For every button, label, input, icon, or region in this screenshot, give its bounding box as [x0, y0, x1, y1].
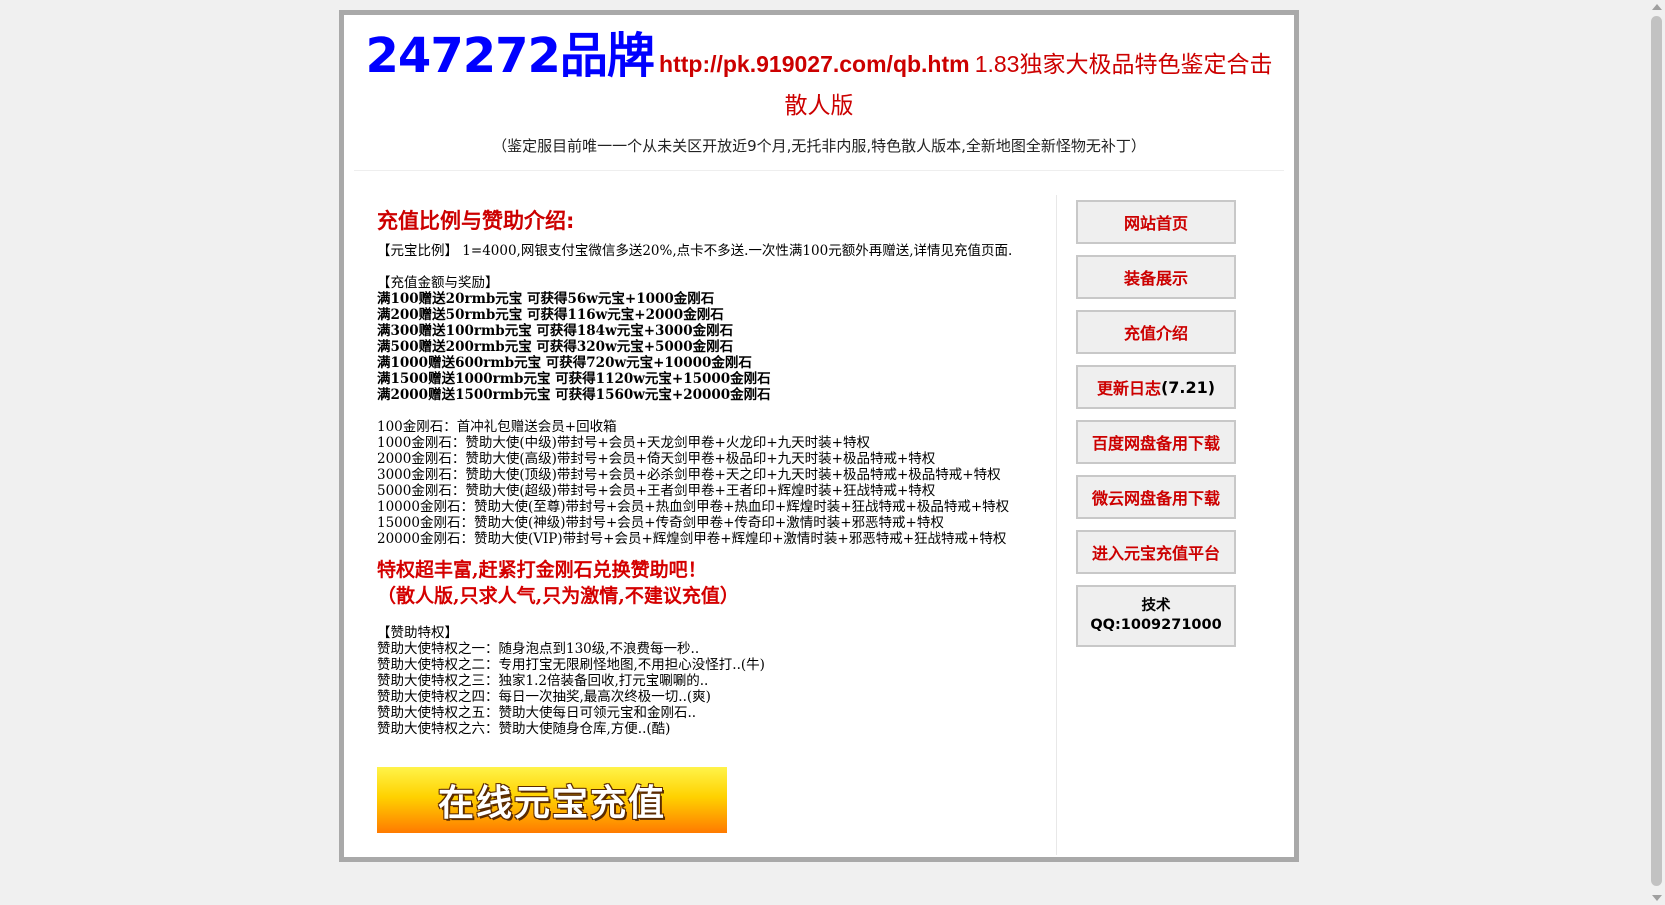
bonus-item: 满300赠送100rmb元宝 可获得184w元宝+3000金刚石: [377, 323, 734, 339]
nav-recharge-platform-button[interactable]: 进入元宝充值平台: [1076, 530, 1236, 574]
privilege-item: 赞助大使特权之三：独家1.2倍装备回收,打元宝唰唰的..: [377, 673, 709, 689]
diamond-item: 2000金刚石：赞助大使(高级)带封号+会员+倚天剑甲卷+极品印+九天时装+极品…: [377, 451, 936, 467]
diamond-item: 100金刚石：首冲礼包赠送会员+回收箱: [377, 419, 617, 435]
ratio-line: 【元宝比例】 1=4000,网银支付宝微信多送20%,点卡不多送.一次性满100…: [377, 243, 1013, 259]
bonus-item: 满2000赠送1500rmb元宝 可获得1560w元宝+20000金刚石: [377, 387, 771, 403]
column-divider: [1056, 195, 1057, 855]
diamond-item: 20000金刚石：赞助大使(VIP)带封号+会员+辉煌剑甲卷+辉煌印+激情时装+…: [377, 531, 1007, 547]
privilege-item: 赞助大使特权之一：随身泡点到130级,不浪费每一秒..: [377, 641, 700, 657]
scroll-down-arrow-icon[interactable]: [1652, 895, 1662, 901]
promo-line-2: （散人版,只求人气,只为激情,不建议充值）: [377, 585, 739, 607]
page-frame: 247272品牌 http://pk.919027.com/qb.htm 1.8…: [339, 10, 1299, 862]
site-url-link[interactable]: http://pk.919027.com/qb.htm: [659, 51, 970, 77]
nav-baidu-download-button[interactable]: 百度网盘备用下载: [1076, 420, 1236, 464]
tech-contact-box[interactable]: 技术 QQ:1009271000: [1076, 585, 1236, 647]
bonus-item: 满200赠送50rmb元宝 可获得116w元宝+2000金刚石: [377, 307, 724, 323]
page-header: 247272品牌 http://pk.919027.com/qb.htm 1.8…: [364, 32, 1274, 156]
bonus-item: 满100赠送20rmb元宝 可获得56w元宝+1000金刚石: [377, 291, 715, 307]
nav-equipment-button[interactable]: 装备展示: [1076, 255, 1236, 299]
tech-qq: QQ:1009271000: [1090, 617, 1222, 633]
scroll-up-arrow-icon[interactable]: [1652, 4, 1662, 10]
bonus-list: 满100赠送20rmb元宝 可获得56w元宝+1000金刚石 满200赠送50r…: [377, 291, 1037, 403]
diamond-item: 15000金刚石：赞助大使(神级)带封号+会员+传奇剑甲卷+传奇印+激情时装+邪…: [377, 515, 944, 531]
privilege-item: 赞助大使特权之二：专用打宝无限刷怪地图,不用担心没怪打..(牛): [377, 657, 765, 673]
subtitle: （鉴定服目前唯一一个从未关区开放近9个月,无托非内服,特色散人版本,全新地图全新…: [492, 137, 1146, 155]
bonus-item: 满500赠送200rmb元宝 可获得320w元宝+5000金刚石: [377, 339, 734, 355]
side-nav: 网站首页 装备展示 充值介绍 更新日志 (7.21) 百度网盘备用下载 微云网盘备…: [1076, 200, 1236, 658]
nav-weiyun-download-button[interactable]: 微云网盘备用下载: [1076, 475, 1236, 519]
online-recharge-banner[interactable]: 在线元宝充值: [377, 767, 727, 833]
recharge-heading: 充值比例与赞助介绍:: [377, 209, 575, 233]
diamond-item: 10000金刚石：赞助大使(至尊)带封号+会员+热血剑甲卷+热血印+辉煌时装+狂…: [377, 499, 1010, 515]
bonus-title: 【充值金额与奖励】: [377, 275, 499, 291]
tech-label: 技术: [1141, 598, 1171, 614]
diamond-item: 5000金刚石：赞助大使(超级)带封号+会员+王者剑甲卷+王者印+辉煌时装+狂战…: [377, 483, 936, 499]
privilege-item: 赞助大使特权之六：赞助大使随身仓库,方便..(酷): [377, 721, 671, 737]
changelog-label: 更新日志: [1096, 379, 1161, 398]
promo-line-1: 特权超丰富,赶紧打金刚石兑换赞助吧！: [377, 559, 707, 581]
nav-changelog-button[interactable]: 更新日志 (7.21): [1076, 365, 1236, 409]
brand-title: 247272品牌: [365, 28, 655, 84]
diamond-item: 1000金刚石：赞助大使(中级)带封号+会员+天龙剑甲卷+火龙印+九天时装+特权: [377, 435, 870, 451]
bonus-item: 满1500赠送1000rmb元宝 可获得1120w元宝+15000金刚石: [377, 371, 771, 387]
diamond-item: 3000金刚石：赞助大使(顶级)带封号+会员+必杀剑甲卷+天之印+九天时装+极品…: [377, 467, 1001, 483]
vertical-scrollbar[interactable]: [1648, 0, 1665, 905]
privilege-item: 赞助大使特权之四：每日一次抽奖,最高次终极一切..(爽): [377, 689, 711, 705]
privilege-list: 赞助大使特权之一：随身泡点到130级,不浪费每一秒.. 赞助大使特权之二：专用打…: [377, 641, 1037, 737]
bonus-item: 满1000赠送600rmb元宝 可获得720w元宝+10000金刚石: [377, 355, 752, 371]
recharge-section: 充值比例与赞助介绍: 【元宝比例】 1=4000,网银支付宝微信多送20%,点卡…: [377, 195, 1037, 833]
nav-recharge-info-button[interactable]: 充值介绍: [1076, 310, 1236, 354]
scroll-thumb[interactable]: [1651, 16, 1662, 886]
privilege-item: 赞助大使特权之五：赞助大使每日可领元宝和金刚石..: [377, 705, 697, 721]
nav-home-button[interactable]: 网站首页: [1076, 200, 1236, 244]
changelog-date: (7.21): [1160, 377, 1216, 397]
diamond-list: 100金刚石：首冲礼包赠送会员+回收箱 1000金刚石：赞助大使(中级)带封号+…: [377, 419, 1037, 547]
title-line: 247272品牌 http://pk.919027.com/qb.htm 1.8…: [364, 32, 1274, 127]
header-divider: [354, 170, 1284, 171]
privilege-title: 【赞助特权】: [377, 625, 458, 641]
